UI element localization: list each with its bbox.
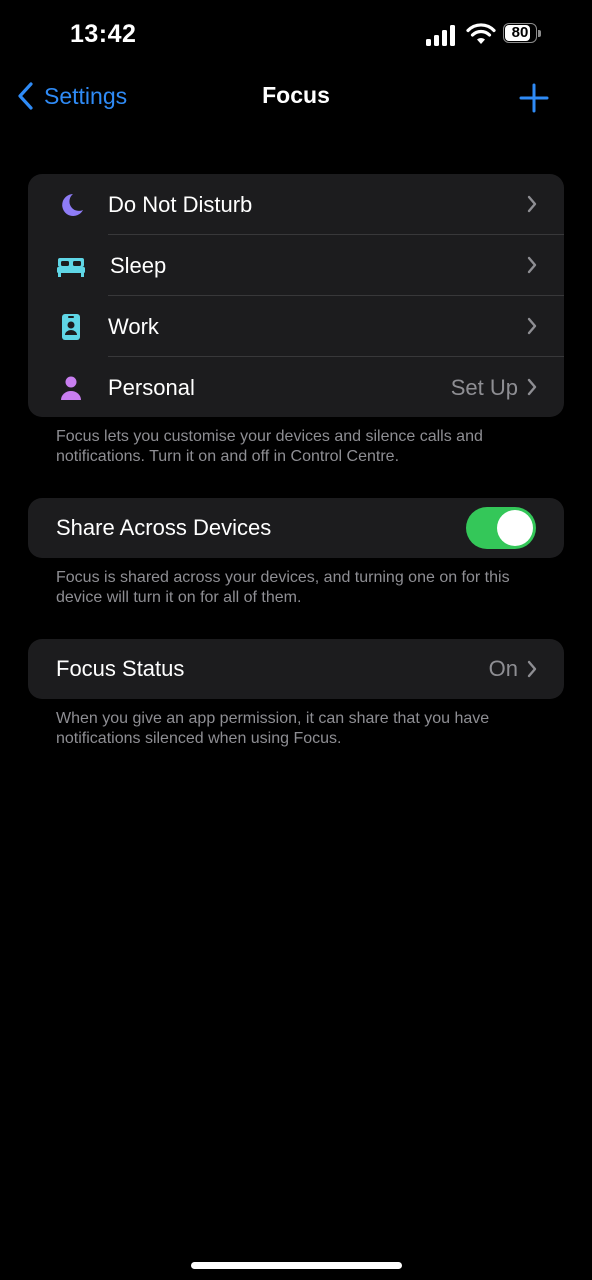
focus-item-label: Sleep [110, 252, 167, 278]
battery-percentage: 80 [511, 24, 529, 41]
navigation-bar: Settings Focus [0, 70, 592, 122]
focus-item-label: Personal [108, 374, 195, 400]
focus-item-sleep[interactable]: Sleep [28, 235, 564, 296]
focus-status-row[interactable]: Focus Status On [28, 639, 564, 699]
home-indicator[interactable] [191, 1262, 402, 1269]
id-badge-icon [62, 314, 80, 340]
focus-item-personal[interactable]: Personal Set Up [28, 357, 564, 417]
focus-status-value: On [488, 656, 518, 681]
focus-status-description: When you give an app permission, it can … [56, 710, 490, 747]
focus-description: Focus lets you customise your devices an… [56, 428, 483, 465]
focus-item-work[interactable]: Work [28, 296, 564, 357]
bed-icon [57, 258, 85, 277]
chevron-right-icon [527, 317, 537, 335]
focus-item-label: Do Not Disturb [108, 191, 253, 217]
page-title: Focus [262, 82, 330, 108]
battery-icon: 80 [503, 23, 541, 45]
focus-item-label: Work [108, 313, 159, 339]
focus-item-value: Set Up [450, 374, 518, 400]
chevron-right-icon [527, 378, 537, 396]
focus-modes-list: Do Not Disturb Sleep Work Personal Set U… [28, 174, 564, 417]
cellular-signal-icon [426, 24, 458, 46]
chevron-right-icon [527, 660, 537, 678]
chevron-right-icon [527, 256, 537, 274]
focus-status-label: Focus Status [56, 656, 185, 681]
focus-status-inner[interactable]: Focus Status On [28, 639, 564, 699]
share-row-inner: Share Across Devices [28, 498, 564, 558]
status-bar: 13:42 80 [0, 0, 592, 70]
share-description: Focus is shared across your devices, and… [56, 569, 510, 606]
share-across-devices-label: Share Across Devices [56, 515, 272, 540]
chevron-right-icon [527, 195, 537, 213]
moon-icon [62, 194, 83, 216]
person-icon [61, 376, 81, 400]
focus-item-do-not-disturb[interactable]: Do Not Disturb [28, 174, 564, 235]
toggle-knob [497, 510, 533, 546]
share-across-devices-row: Share Across Devices [28, 498, 564, 558]
share-across-devices-toggle[interactable] [466, 507, 536, 549]
status-time: 13:42 [70, 20, 137, 48]
wifi-icon [466, 23, 496, 44]
add-focus-button[interactable] [516, 80, 552, 116]
